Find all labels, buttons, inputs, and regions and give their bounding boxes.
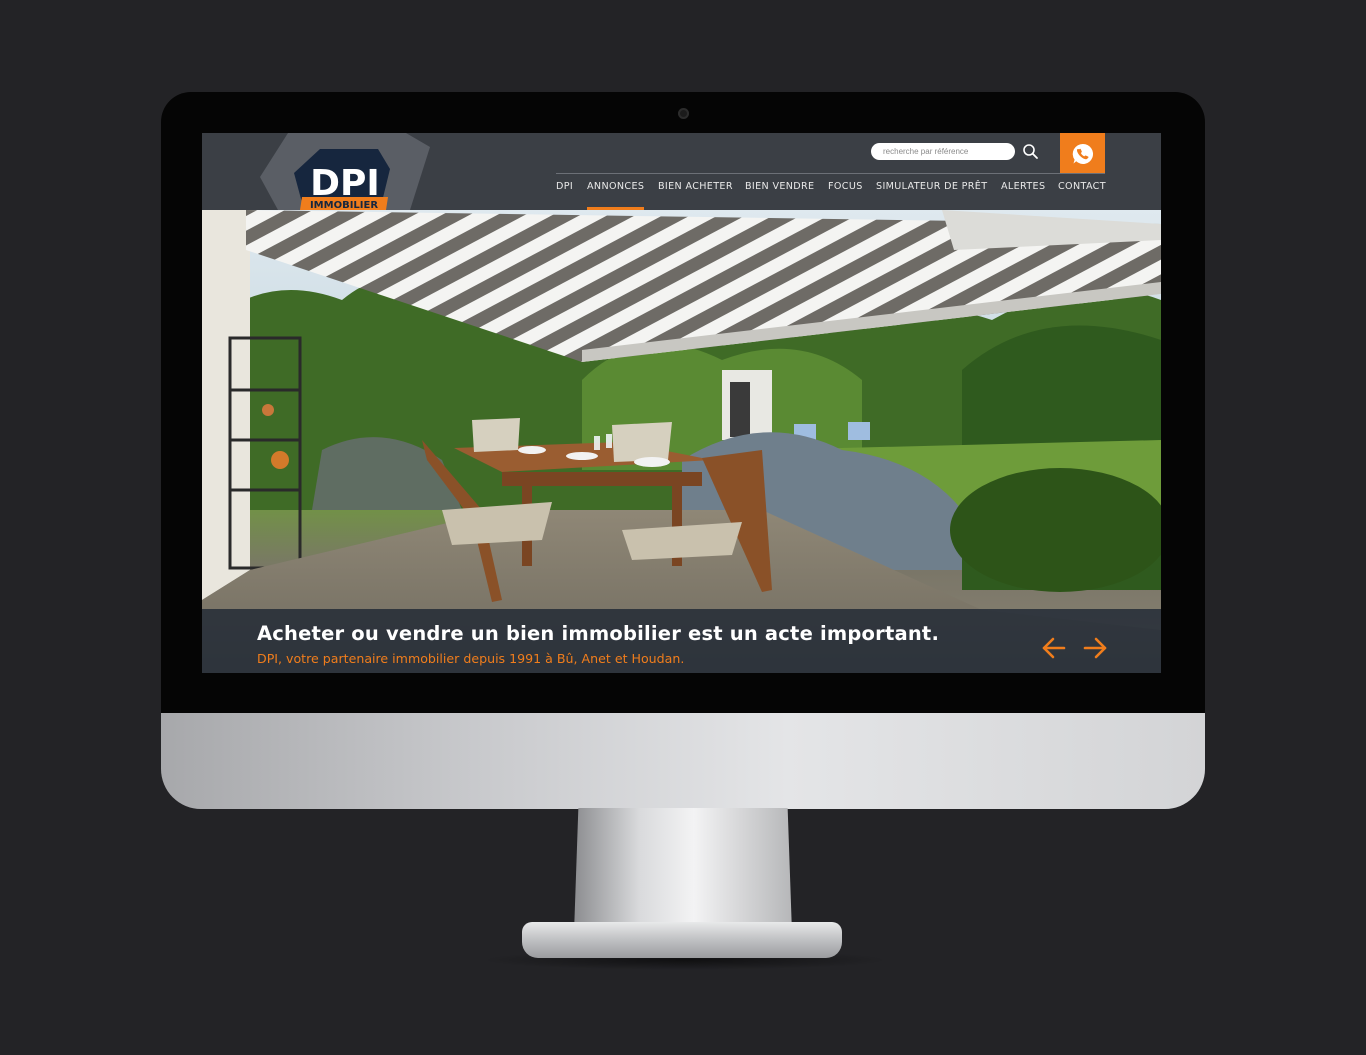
nav-item-dpi[interactable]: DPI bbox=[556, 181, 573, 209]
search-input[interactable] bbox=[871, 143, 1015, 160]
logo-graphic: DPI IMMOBILIER bbox=[260, 133, 430, 210]
nav-item-focus[interactable]: FOCUS bbox=[828, 181, 863, 209]
hero-slider: Acheter ou vendre un bien immobilier est… bbox=[202, 210, 1161, 673]
arrow-right-icon[interactable] bbox=[1082, 637, 1108, 659]
logo-subtitle-text: IMMOBILIER bbox=[310, 200, 378, 210]
monitor-chin bbox=[161, 713, 1205, 809]
search-icon[interactable] bbox=[1022, 143, 1039, 160]
camera-icon bbox=[678, 108, 689, 119]
phone-button[interactable] bbox=[1060, 133, 1105, 174]
hero-subtitle: DPI, votre partenaire immobilier depuis … bbox=[257, 651, 685, 666]
nav-item-bien-vendre[interactable]: BIEN VENDRE bbox=[745, 181, 814, 209]
nav-item-bien-acheter[interactable]: BIEN ACHETER bbox=[658, 181, 733, 209]
phone-icon bbox=[1072, 143, 1093, 164]
nav-item-simulateur-de-pret[interactable]: SIMULATEUR DE PRÊT bbox=[876, 181, 987, 209]
hero-image bbox=[202, 210, 1161, 673]
dpi-logo[interactable]: DPI IMMOBILIER bbox=[258, 133, 430, 210]
hero-title: Acheter ou vendre un bien immobilier est… bbox=[257, 622, 940, 645]
site-header: DPI IMMOBILIER DPI ANNONCES BIEN AC bbox=[202, 133, 1161, 210]
arrow-left-icon[interactable] bbox=[1041, 637, 1067, 659]
website-screen: DPI IMMOBILIER DPI ANNONCES BIEN AC bbox=[202, 133, 1161, 673]
hero-caption: Acheter ou vendre un bien immobilier est… bbox=[202, 609, 1161, 673]
monitor-stand-base bbox=[522, 922, 842, 958]
nav-item-contact[interactable]: CONTACT bbox=[1058, 181, 1106, 209]
nav-divider bbox=[556, 173, 1105, 174]
nav-item-annonces[interactable]: ANNONCES bbox=[587, 181, 645, 210]
monitor-stand bbox=[574, 808, 792, 933]
nav-item-alertes[interactable]: ALERTES bbox=[1001, 181, 1045, 209]
